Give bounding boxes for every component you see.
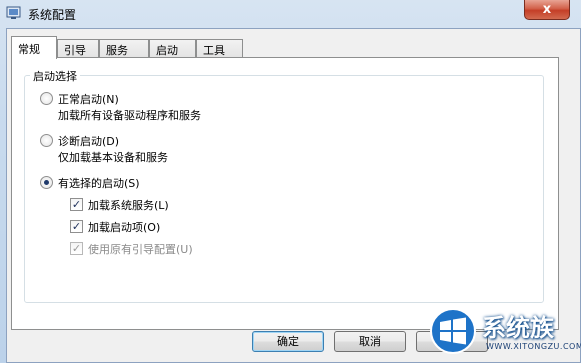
window: 系统配置 x 常规 引导 服务 启动 工具 启动选择 正常启动(N) 加载所有设… [0, 0, 581, 363]
normal-startup-description: 加载所有设备驱动程序和服务 [58, 109, 201, 122]
close-icon: x [542, 2, 552, 17]
use-original-boot-config-label: 使用原有引导配置(U) [88, 243, 193, 256]
tab-startup[interactable]: 启动 [149, 39, 196, 58]
tab-general[interactable]: 常规 [11, 36, 57, 59]
watermark: 系统族 WWW.XITONGZU.COM [430, 308, 581, 363]
ok-button[interactable]: 确定 [252, 331, 324, 352]
checkmark-icon: ✓ [71, 242, 82, 255]
diagnostic-startup-description: 仅加载基本设备和服务 [58, 151, 168, 164]
normal-startup-label[interactable]: 正常启动(N) [58, 91, 119, 107]
watermark-brand: 系统族 [482, 314, 554, 342]
general-tab-panel: 启动选择 正常启动(N) 加载所有设备驱动程序和服务 诊断启动(D) 仅加载基本… [11, 57, 559, 330]
windows-logo-icon [430, 308, 476, 354]
cancel-button[interactable]: 取消 [334, 331, 406, 352]
tab-tools[interactable]: 工具 [196, 39, 243, 58]
watermark-url: WWW.XITONGZU.COM [486, 342, 581, 351]
checkmark-icon: ✓ [71, 198, 82, 211]
diagnostic-startup-label[interactable]: 诊断启动(D) [58, 133, 119, 149]
load-startup-items-checkbox[interactable]: ✓ [70, 220, 83, 233]
tab-boot[interactable]: 引导 [57, 39, 99, 58]
load-startup-items-label[interactable]: 加载启动项(O) [88, 219, 160, 235]
tab-services[interactable]: 服务 [99, 39, 149, 58]
system-config-icon [6, 6, 21, 19]
checkmark-icon: ✓ [71, 220, 82, 233]
normal-startup-radio[interactable] [40, 92, 53, 105]
group-title: 启动选择 [30, 68, 80, 84]
selective-startup-label[interactable]: 有选择的启动(S) [58, 175, 140, 191]
load-system-services-label[interactable]: 加载系统服务(L) [88, 197, 169, 213]
title-bar[interactable]: 系统配置 x [0, 0, 581, 27]
selective-startup-radio[interactable] [40, 176, 53, 189]
close-button[interactable]: x [524, 0, 570, 20]
window-title: 系统配置 [28, 8, 77, 22]
use-original-boot-config-checkbox: ✓ [70, 242, 83, 255]
load-system-services-checkbox[interactable]: ✓ [70, 198, 83, 211]
diagnostic-startup-radio[interactable] [40, 134, 53, 147]
